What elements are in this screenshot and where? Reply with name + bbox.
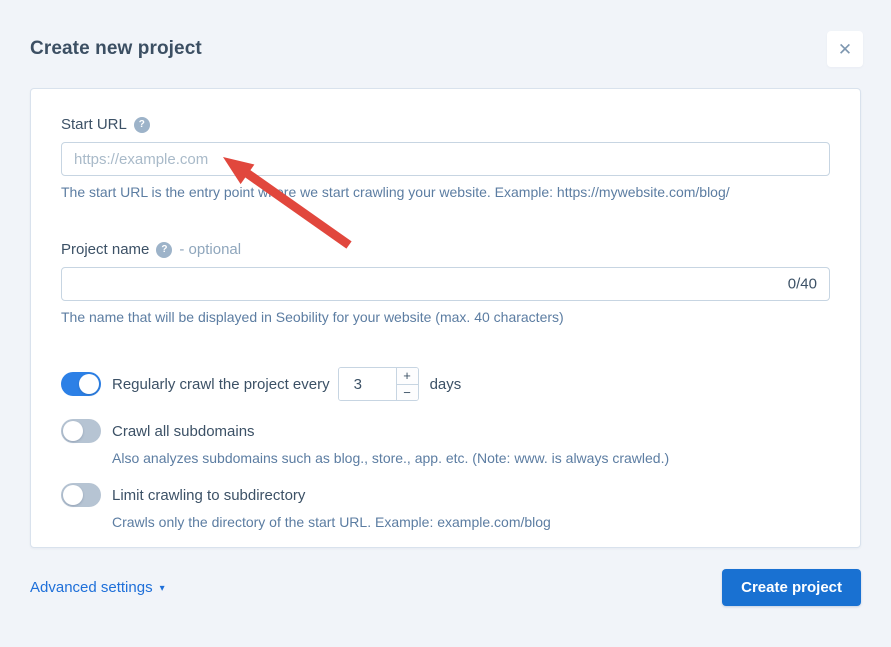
crawl-interval-label: Regularly crawl the project every: [112, 376, 330, 393]
start-url-input[interactable]: [61, 142, 830, 176]
crawl-options: Regularly crawl the project every + − da…: [61, 367, 830, 530]
minus-icon: −: [403, 385, 411, 400]
dialog-title: Create new project: [30, 38, 202, 60]
toggle-knob: [79, 374, 99, 394]
crawl-interval-row: Regularly crawl the project every + − da…: [61, 367, 830, 401]
subdirectory-row: Limit crawling to subdirectory: [61, 483, 830, 507]
subdomains-label: Crawl all subdomains: [112, 423, 255, 440]
form-card: Start URL ? The start URL is the entry p…: [30, 88, 861, 548]
dialog-footer: Advanced settings ▾ Create project: [0, 548, 891, 606]
project-name-input[interactable]: [61, 267, 830, 301]
start-url-label: Start URL: [61, 116, 127, 133]
start-url-hint: The start URL is the entry point where w…: [61, 184, 830, 200]
help-icon[interactable]: ?: [156, 242, 172, 258]
chevron-down-icon: ▾: [160, 582, 165, 594]
close-button[interactable]: ✕: [827, 31, 863, 67]
crawl-interval-toggle[interactable]: [61, 372, 101, 396]
interval-unit-label: days: [430, 376, 462, 393]
increment-button[interactable]: +: [397, 368, 418, 384]
project-name-field: Project name ? - optional 0/40 The name …: [61, 241, 830, 325]
optional-note: - optional: [179, 241, 241, 258]
interval-stepper: + −: [338, 367, 419, 401]
subdirectory-option: Limit crawling to subdirectory Crawls on…: [61, 483, 830, 530]
subdirectory-toggle[interactable]: [61, 483, 101, 507]
advanced-settings-label: Advanced settings: [30, 579, 153, 596]
toggle-knob: [63, 421, 83, 441]
create-project-button[interactable]: Create project: [722, 569, 861, 606]
subdirectory-hint: Crawls only the directory of the start U…: [112, 514, 830, 530]
dialog-header: Create new project ✕: [0, 0, 891, 70]
create-project-label: Create project: [741, 579, 842, 596]
subdomains-hint: Also analyzes subdomains such as blog., …: [112, 450, 830, 466]
subdirectory-label: Limit crawling to subdirectory: [112, 487, 305, 504]
start-url-field: Start URL ? The start URL is the entry p…: [61, 116, 830, 200]
decrement-button[interactable]: −: [397, 384, 418, 401]
toggle-knob: [63, 485, 83, 505]
help-icon[interactable]: ?: [134, 117, 150, 133]
subdomains-option: Crawl all subdomains Also analyzes subdo…: [61, 419, 830, 466]
create-project-dialog: Create new project ✕ Start URL ? The sta…: [0, 0, 891, 606]
project-name-hint: The name that will be displayed in Seobi…: [61, 309, 830, 325]
advanced-settings-link[interactable]: Advanced settings ▾: [30, 579, 165, 596]
subdomains-toggle[interactable]: [61, 419, 101, 443]
plus-icon: +: [403, 368, 411, 383]
project-name-label: Project name: [61, 241, 149, 258]
close-icon: ✕: [838, 41, 852, 58]
interval-days-input[interactable]: [339, 368, 396, 400]
subdomains-row: Crawl all subdomains: [61, 419, 830, 443]
